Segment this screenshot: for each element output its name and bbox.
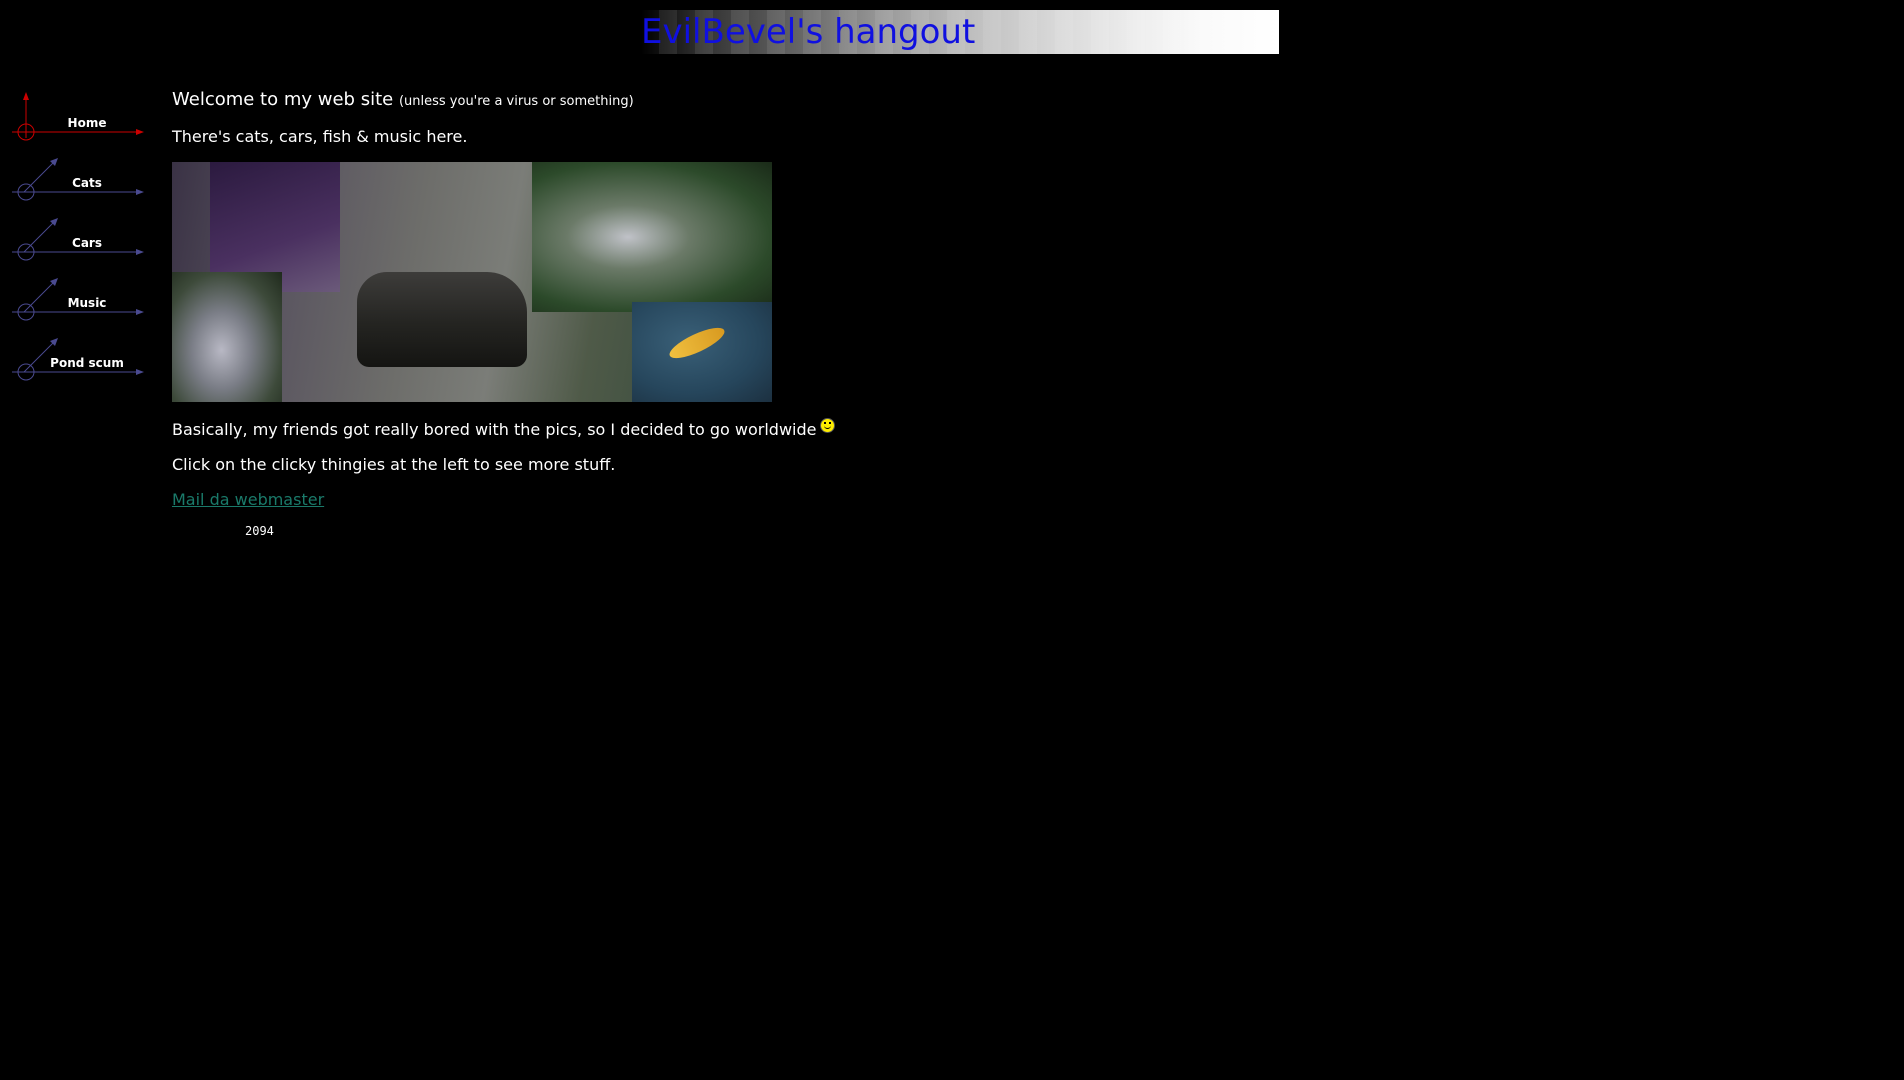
cat-photo <box>172 272 282 402</box>
page: EvilBevel's hangout Home Cats Cars Music… <box>0 0 1904 1080</box>
site-title: EvilBevel's hangout <box>641 12 976 52</box>
nav-label-home: Home <box>67 116 107 130</box>
click-hint-text: Click on the clicky thingies at the left… <box>172 455 616 474</box>
nav-label-cats: Cats <box>72 176 102 190</box>
main-content: Welcome to my web site (unless you're a … <box>172 90 1072 541</box>
worldwide-text: Basically, my friends got really bored w… <box>172 420 817 439</box>
hit-counter: 2094 <box>245 524 274 538</box>
nav-item-pond-scum[interactable]: Pond scum <box>10 332 145 392</box>
intro-text: There's cats, cars, fish & music here. <box>172 127 468 146</box>
welcome-heading: Welcome to my web site (unless you're a … <box>172 90 1072 112</box>
nav-label-pond-scum: Pond scum <box>50 356 124 370</box>
nav-label-music: Music <box>67 296 107 310</box>
car-photo <box>357 272 527 367</box>
photo-collage <box>172 162 772 402</box>
mail-paragraph: Mail da webmaster <box>172 490 1072 510</box>
pond-photo <box>632 302 772 402</box>
nav-item-cats[interactable]: Cats <box>10 152 145 212</box>
welcome-subtext: (unless you're a virus or something) <box>398 94 634 109</box>
sidebar-nav: Home Cats Cars Music Pond scum <box>10 92 145 392</box>
mail-webmaster-link[interactable]: Mail da webmaster <box>172 490 324 509</box>
nav-item-music[interactable]: Music <box>10 272 145 332</box>
nav-item-home[interactable]: Home <box>10 92 145 152</box>
garden-photo <box>532 162 772 312</box>
welcome-text: Welcome to my web site <box>172 89 394 110</box>
worldwide-paragraph: Basically, my friends got really bored w… <box>172 418 1072 440</box>
nav-label-cars: Cars <box>72 236 102 250</box>
site-banner: EvilBevel's hangout <box>641 10 1279 54</box>
smiley-icon <box>820 418 836 433</box>
nav-item-cars[interactable]: Cars <box>10 212 145 272</box>
